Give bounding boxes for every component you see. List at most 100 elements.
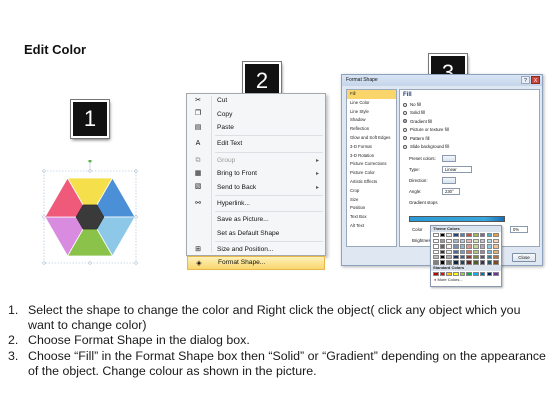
color-swatch[interactable]: [433, 232, 439, 237]
color-swatch[interactable]: [446, 238, 452, 244]
color-swatch[interactable]: [486, 232, 492, 237]
resize-handle[interactable]: [88, 169, 92, 173]
color-swatch[interactable]: [453, 249, 459, 254]
color-swatch[interactable]: [479, 244, 486, 249]
color-swatch[interactable]: [466, 232, 472, 237]
color-swatch[interactable]: [433, 249, 439, 254]
color-swatch[interactable]: [459, 260, 466, 265]
position-input[interactable]: 0%: [510, 226, 528, 233]
menu-item-hyperlink[interactable]: ⚯ Hyperlink...: [187, 197, 325, 210]
color-swatch[interactable]: [459, 271, 466, 277]
nav-item-line-color[interactable]: Line Color: [347, 99, 396, 108]
color-swatch[interactable]: [453, 260, 459, 265]
nav-item-reflection[interactable]: Reflection: [347, 125, 396, 134]
nav-item-shadow[interactable]: Shadow: [347, 116, 396, 125]
color-swatch[interactable]: [466, 244, 472, 249]
color-swatch[interactable]: [433, 238, 439, 244]
resize-handle[interactable]: [42, 261, 46, 265]
color-swatch[interactable]: [453, 232, 459, 237]
color-swatch[interactable]: [493, 255, 499, 260]
nav-item-position[interactable]: Position: [347, 204, 396, 213]
color-swatch[interactable]: [453, 271, 459, 277]
dialog-close-icon[interactable]: X: [531, 76, 540, 84]
color-swatch[interactable]: [473, 238, 479, 244]
nav-item-text-box[interactable]: Text Box: [347, 213, 396, 222]
nav-item-alt-text[interactable]: Alt Text: [347, 222, 396, 231]
color-swatch[interactable]: [466, 255, 472, 260]
color-swatch[interactable]: [493, 271, 499, 277]
color-swatch[interactable]: [486, 260, 492, 265]
color-swatch[interactable]: [446, 249, 452, 254]
color-swatch[interactable]: [466, 260, 472, 265]
color-swatch[interactable]: [473, 271, 479, 277]
color-swatch[interactable]: [446, 271, 452, 277]
nav-item-glow-and-soft-edges[interactable]: Glow and Soft Edges: [347, 134, 396, 143]
color-swatch[interactable]: [486, 271, 492, 277]
resize-handle[interactable]: [134, 169, 138, 173]
more-colors-option[interactable]: ● More Colors...: [431, 277, 501, 283]
radio-no-fill[interactable]: No fill: [403, 102, 421, 107]
color-swatch[interactable]: [453, 244, 459, 249]
angle-input[interactable]: 230°: [442, 188, 460, 195]
radio-slide-background-fill[interactable]: Slide background fill: [403, 144, 449, 149]
nav-item-3-d-format[interactable]: 3-D Format: [347, 143, 396, 152]
color-swatch[interactable]: [433, 260, 439, 265]
color-swatch[interactable]: [479, 249, 486, 254]
help-button[interactable]: ?: [521, 76, 530, 84]
color-swatch[interactable]: [439, 232, 446, 237]
color-swatch[interactable]: [473, 255, 479, 260]
nav-item-3-d-rotation[interactable]: 3-D Rotation: [347, 152, 396, 161]
color-swatch[interactable]: [493, 232, 499, 237]
nav-item-artistic-effects[interactable]: Artistic Effects: [347, 178, 396, 187]
menu-item-send-to-back[interactable]: ▧ Send to Back ▸: [187, 180, 325, 193]
hexagon-shape[interactable]: [40, 159, 140, 270]
color-swatch[interactable]: [446, 260, 452, 265]
color-swatch[interactable]: [486, 249, 492, 254]
color-swatch[interactable]: [479, 255, 486, 260]
color-swatch[interactable]: [433, 244, 439, 249]
menu-item-format-shape[interactable]: ◈ Format Shape...: [187, 256, 325, 270]
nav-item-crop[interactable]: Crop: [347, 187, 396, 196]
resize-handle[interactable]: [88, 261, 92, 265]
resize-handle[interactable]: [42, 169, 46, 173]
color-swatch[interactable]: [433, 255, 439, 260]
menu-item-bring-to-front[interactable]: ▦ Bring to Front ▸: [187, 167, 325, 180]
color-swatch[interactable]: [453, 255, 459, 260]
color-swatch[interactable]: [479, 271, 486, 277]
nav-item-picture-color[interactable]: Picture Color: [347, 169, 396, 178]
color-swatch[interactable]: [453, 238, 459, 244]
color-swatch[interactable]: [479, 260, 486, 265]
close-button[interactable]: Close: [512, 253, 536, 262]
menu-item-size-and-position[interactable]: ⊞ Size and Position...: [187, 243, 325, 256]
menu-item-save-as-picture[interactable]: Save as Picture...: [187, 213, 325, 226]
color-swatch[interactable]: [486, 255, 492, 260]
color-swatch[interactable]: [473, 232, 479, 237]
nav-item-fill[interactable]: Fill: [347, 90, 396, 99]
color-swatch[interactable]: [459, 232, 466, 237]
color-swatch[interactable]: [493, 238, 499, 244]
color-swatch[interactable]: [466, 271, 472, 277]
radio-picture-or-texture-fill[interactable]: Picture or texture fill: [403, 127, 449, 132]
direction-button[interactable]: [442, 177, 456, 184]
color-swatch[interactable]: [493, 244, 499, 249]
preset-colors-button[interactable]: [442, 155, 456, 162]
color-swatch[interactable]: [439, 260, 446, 265]
resize-handle[interactable]: [42, 215, 46, 219]
nav-item-line-style[interactable]: Line Style: [347, 108, 396, 117]
color-swatch[interactable]: [459, 255, 466, 260]
color-swatch[interactable]: [439, 249, 446, 254]
color-swatch[interactable]: [439, 244, 446, 249]
color-swatch[interactable]: [486, 244, 492, 249]
radio-pattern-fill[interactable]: Pattern fill: [403, 136, 430, 141]
color-swatch[interactable]: [459, 249, 466, 254]
menu-item-cut[interactable]: ✂ Cut: [187, 94, 325, 107]
color-swatch[interactable]: [466, 238, 472, 244]
menu-item-copy[interactable]: ❐ Copy: [187, 107, 325, 120]
color-swatch[interactable]: [433, 271, 439, 277]
color-swatch[interactable]: [479, 238, 486, 244]
color-swatch[interactable]: [439, 255, 446, 260]
color-swatch[interactable]: [473, 244, 479, 249]
nav-item-picture-corrections[interactable]: Picture Corrections: [347, 160, 396, 169]
color-swatch[interactable]: [446, 255, 452, 260]
color-swatch[interactable]: [486, 238, 492, 244]
